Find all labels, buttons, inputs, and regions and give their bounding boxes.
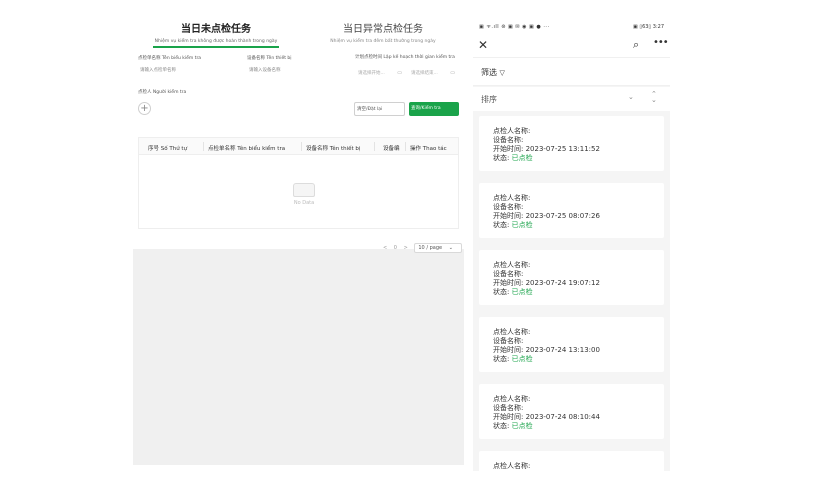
prev-page-button[interactable]: < [383,245,387,251]
start-time-value: 2023-07-24 13:13:00 [525,346,600,354]
tab-subtitle: Nhiệm vụ kiểm tra đêm bất thường trong n… [330,39,436,44]
list-item[interactable]: 点检人名称: 设备名称: 开始时间: 2023-07-24 13:13:00 状… [479,317,664,372]
column-divider [374,142,375,151]
filter-label: 筛选 ▽ [481,68,505,77]
column-header-device-code: 设备编 [383,146,400,152]
empty-box-icon [293,183,315,197]
tab-subtitle: Nhiệm vụ kiểm tra không được hoàn thành … [154,39,278,44]
page-size-value: 10 / page [418,245,443,251]
start-time-value: 2023-07-25 13:11:52 [525,145,600,153]
close-icon[interactable]: ✕ [478,38,488,52]
plus-icon: + [140,103,149,114]
more-icon[interactable]: ••• [653,37,669,48]
search-icon[interactable]: ⌕ [633,38,639,52]
start-time-label: 开始时间: [493,145,524,153]
start-time-value: 2023-07-24 08:10:44 [525,413,600,421]
status-bar: ▣ ᯤ.ıll ⊜ ▣ ✉ ◉ ▣ ● ··· ▣ ▯63▯ 3:27 [473,20,670,34]
column-header-index: 序号 Số Thứ tự [148,146,188,152]
status-value: 已点检 [511,221,533,229]
list-item[interactable]: 点检人名称: 设备名称: 开始时间: 2023-07-25 13:11:52 状… [479,116,664,171]
add-inspector-button[interactable]: + [138,102,151,115]
start-time-label: 开始时间: [493,279,524,287]
status-label: 状态: [493,288,510,296]
start-time-label: 开始时间: [493,346,524,354]
sort-label: 排序 [481,95,497,104]
tab-abnormal-today[interactable]: 当日异常点检任务 Nhiệm vụ kiểm tra đêm bất thườn… [323,20,443,44]
column-divider [301,142,302,151]
empty-state: No Data [284,183,324,206]
inspector-label: 点检人 Người kiểm tra [138,90,187,95]
sort-order-icon[interactable]: ⌃ ⌄ [651,91,657,104]
status-label: 状态: [493,221,510,229]
start-time-value: 2023-07-25 08:07:26 [525,212,600,220]
column-header-actions: 操作 Thao tác [410,146,447,152]
current-page[interactable]: 0 [394,245,397,251]
inspection-table: 序号 Số Thứ tự 点检单名称 Tên biểu kiểm tra 设备名… [138,137,459,229]
filter-row[interactable]: 筛选 ▽ [473,58,670,86]
device-name-input[interactable]: 请输入设备名称 [246,64,350,76]
desktop-panel: 当日未点检任务 Nhiệm vụ kiểm tra không được hoà… [133,13,464,465]
page: 当日未点检任务 Nhiệm vụ kiểm tra không được hoà… [0,0,832,492]
status-row: 状态: 已点检 [493,421,533,431]
end-date-placeholder: 请选择结束... [411,71,438,76]
start-time-value: 2023-07-24 19:07:12 [525,279,600,287]
start-date-placeholder: 请选择开始... [358,71,385,76]
table-header: 序号 Số Thứ tự 点检单名称 Tên biểu kiểm tra 设备名… [139,138,458,155]
list-item[interactable]: 点检人名称: 设备名称: 开始时间: 2023-07-24 08:10:44 状… [479,384,664,439]
status-value: 已点检 [511,154,533,162]
device-name-label: 设备名称 Tên thiết bị [247,56,292,61]
form-name-label: 点检单名称 Tên biểu kiểm tra [138,56,202,61]
pagination: < 0 > 10 / page ⌄ [383,243,464,253]
status-label: 状态: [493,355,510,363]
status-label: 状态: [493,154,510,162]
list-item[interactable]: 点检人名称: 设备名称: 开始时间: 2023-07-25 08:07:26 状… [479,183,664,238]
tab-title: 当日未点检任务 [181,24,251,35]
plan-time-label: 计划点检时间 Lập kế hoạch thời gian kiểm tra [355,55,455,60]
sort-row[interactable]: 排序 ⌄ ⌃ ⌄ [473,87,670,111]
chevron-down-icon: ⌄ [628,93,634,101]
form-name-input[interactable]: 请输入点检单名称 [137,64,241,76]
status-row: 状态: 已点检 [493,220,533,230]
filter-icon: ▽ [499,69,505,77]
column-divider [203,142,204,151]
start-time-label: 开始时间: [493,212,524,220]
calendar-icon: ▭ [397,70,402,76]
reset-button[interactable]: 清空/Đặt lại [354,102,405,116]
status-row: 状态: 已点检 [493,354,533,364]
column-header-form-name: 点检单名称 Tên biểu kiểm tra [208,146,286,152]
nav-bar: ✕ ⌕ ••• [473,34,670,58]
status-value: 已点检 [511,355,533,363]
inspector-label: 点检人名称: [493,462,531,470]
status-value: 已点检 [511,288,533,296]
task-tabs: 当日未点检任务 Nhiệm vụ kiểm tra không được hoà… [133,20,464,56]
plan-end-date-input[interactable]: 请选择结束... ▭ [408,67,458,79]
empty-text: No Data [293,200,315,206]
start-time-label: 开始时间: [493,413,524,421]
tab-unchecked-today[interactable]: 当日未点检任务 Nhiệm vụ kiểm tra không được hoà… [153,20,279,48]
list-item[interactable]: 点检人名称: [479,451,664,471]
chevron-down-icon: ⌄ [448,245,453,251]
status-row: 状态: 已点检 [493,287,533,297]
column-divider [405,142,406,151]
status-icons-left: ▣ ᯤ.ıll ⊜ ▣ ✉ ◉ ▣ ● ··· [479,24,550,30]
status-value: 已点检 [511,422,533,430]
mobile-panel: ▣ ᯤ.ıll ⊜ ▣ ✉ ◉ ▣ ● ··· ▣ ▯63▯ 3:27 ✕ ⌕ … [473,20,670,471]
calendar-icon: ▭ [450,70,455,76]
status-label: 状态: [493,422,510,430]
status-icons-right: ▣ ▯63▯ 3:27 [633,24,664,30]
status-row: 状态: 已点检 [493,153,533,163]
list-item[interactable]: 点检人名称: 设备名称: 开始时间: 2023-07-24 19:07:12 状… [479,250,664,305]
column-header-device-name: 设备名称 Tên thiết bị [306,146,361,152]
active-tab-indicator [153,46,279,48]
tab-title: 当日异常点检任务 [343,24,423,35]
next-page-button[interactable]: > [404,245,408,251]
search-area: 当日未点检任务 Nhiệm vụ kiểm tra không được hoà… [133,13,464,253]
query-button[interactable]: 查询/Kiểm tra [409,102,459,116]
plan-start-date-input[interactable]: 请选择开始... ▭ [355,67,405,79]
page-size-select[interactable]: 10 / page ⌄ [414,243,462,253]
